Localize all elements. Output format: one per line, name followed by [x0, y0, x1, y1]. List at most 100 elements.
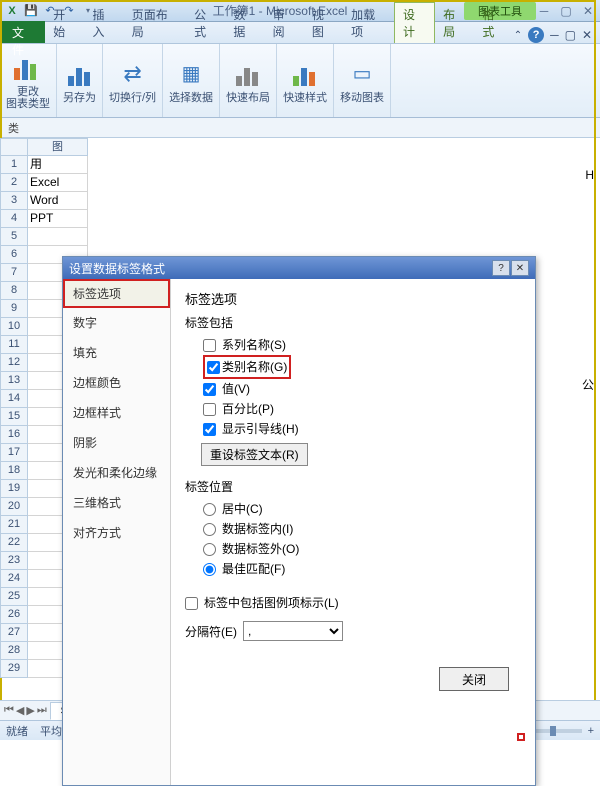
ribbon-tabs: 文件 开始 插入 页面布局 公式 数据 审阅 视图 加载项 设计 布局 格式 ⌃… [0, 22, 600, 44]
position-bestfit-radio[interactable] [203, 563, 216, 576]
tab-insert[interactable]: 插入 [84, 3, 123, 43]
position-inside-radio[interactable] [203, 523, 216, 536]
col-header[interactable]: 图 [28, 138, 88, 156]
close-icon[interactable]: ✕ [580, 4, 596, 18]
row-header[interactable]: 13 [0, 372, 28, 390]
tab-nav-last-icon[interactable]: ⏭ [37, 704, 47, 717]
category-glow[interactable]: 发光和柔化边缘 [63, 458, 170, 488]
tab-nav-next-icon[interactable]: ▶ [26, 704, 34, 717]
quick-style-button[interactable]: 快速样式 [277, 44, 334, 117]
row-header[interactable]: 23 [0, 552, 28, 570]
row-header[interactable]: 6 [0, 246, 28, 264]
row-header[interactable]: 4 [0, 210, 28, 228]
tab-formulas[interactable]: 公式 [186, 3, 225, 43]
category-name-checkbox[interactable] [207, 361, 220, 374]
category-fill[interactable]: 填充 [63, 338, 170, 368]
row-header[interactable]: 15 [0, 408, 28, 426]
category-border-color[interactable]: 边框颜色 [63, 368, 170, 398]
row-header[interactable]: 9 [0, 300, 28, 318]
tab-nav-first-icon[interactable]: ⏮ [4, 704, 14, 717]
leader-checkbox[interactable] [203, 423, 216, 436]
col-header-h: H [585, 168, 594, 182]
ribbon-minimize-icon[interactable]: ⌃ [514, 30, 522, 41]
row-header[interactable]: 12 [0, 354, 28, 372]
category-label-options[interactable]: 标签选项 [63, 279, 170, 308]
cell[interactable]: Excel [28, 174, 88, 192]
row-header[interactable]: 16 [0, 426, 28, 444]
category-border-style[interactable]: 边框样式 [63, 398, 170, 428]
cell[interactable] [28, 228, 88, 246]
cell[interactable]: 用 [28, 156, 88, 174]
row-header[interactable]: 25 [0, 588, 28, 606]
file-tab[interactable]: 文件 [2, 21, 45, 43]
change-chart-type-button[interactable]: 更改 图表类型 [0, 44, 57, 117]
category-align[interactable]: 对齐方式 [63, 518, 170, 548]
doc-close-icon[interactable]: ✕ [582, 28, 592, 42]
row-header[interactable]: 28 [0, 642, 28, 660]
row-header[interactable]: 2 [0, 174, 28, 192]
save-as-template-button[interactable]: 另存为 [57, 44, 103, 117]
tab-home[interactable]: 开始 [45, 3, 84, 43]
row-header[interactable]: 21 [0, 516, 28, 534]
category-shadow[interactable]: 阴影 [63, 428, 170, 458]
row-header[interactable]: 24 [0, 570, 28, 588]
value-checkbox[interactable] [203, 383, 216, 396]
switch-row-col-button[interactable]: ⇄ 切换行/列 [103, 44, 163, 117]
reset-label-text-button[interactable]: 重设标签文本(R) [201, 443, 308, 466]
excel-icon: X [4, 3, 20, 19]
row-header[interactable]: 29 [0, 660, 28, 678]
tab-review[interactable]: 审阅 [265, 3, 304, 43]
save-icon[interactable]: 💾 [23, 3, 39, 19]
row-header[interactable]: 19 [0, 480, 28, 498]
dialog-close-icon[interactable]: ✕ [511, 260, 529, 276]
percent-label: 百分比(P) [222, 399, 274, 419]
position-center-radio[interactable] [203, 503, 216, 516]
close-button[interactable]: 关闭 [439, 667, 509, 691]
legend-key-checkbox[interactable] [185, 597, 198, 610]
position-outside-radio[interactable] [203, 543, 216, 556]
percent-checkbox[interactable] [203, 403, 216, 416]
quick-layout-button[interactable]: 快速布局 [220, 44, 277, 117]
series-name-checkbox[interactable] [203, 339, 216, 352]
doc-restore-icon[interactable]: ▢ [565, 28, 576, 42]
move-chart-button[interactable]: ▭ 移动图表 [334, 44, 391, 117]
cell[interactable]: Word [28, 192, 88, 210]
tab-nav-prev-icon[interactable]: ◀ [16, 704, 24, 717]
dialog-help-icon[interactable]: ? [492, 260, 510, 276]
row-header[interactable]: 8 [0, 282, 28, 300]
quick-style-label: 快速样式 [283, 92, 327, 104]
select-data-button[interactable]: ▦ 选择数据 [163, 44, 220, 117]
row-header[interactable]: 1 [0, 156, 28, 174]
row-header[interactable]: 18 [0, 462, 28, 480]
row-header[interactable]: 26 [0, 606, 28, 624]
tab-view[interactable]: 视图 [304, 3, 343, 43]
row-header[interactable]: 10 [0, 318, 28, 336]
cell[interactable]: PPT [28, 210, 88, 228]
category-number[interactable]: 数字 [63, 308, 170, 338]
tab-design[interactable]: 设计 [394, 2, 435, 43]
tab-addins[interactable]: 加载项 [343, 3, 394, 43]
row-header[interactable]: 27 [0, 624, 28, 642]
label-contains-heading: 标签包括 [185, 314, 521, 331]
tab-format[interactable]: 格式 [474, 3, 513, 43]
tab-pagelayout[interactable]: 页面布局 [124, 3, 186, 43]
row-header[interactable]: 14 [0, 390, 28, 408]
doc-minimize-icon[interactable]: ─ [550, 28, 559, 42]
dialog-titlebar[interactable]: 设置数据标签格式 ? ✕ [63, 257, 535, 279]
row-header[interactable]: 3 [0, 192, 28, 210]
row-header[interactable]: 22 [0, 534, 28, 552]
restore-icon[interactable]: ▢ [558, 4, 574, 18]
zoom-in-icon[interactable]: + [588, 725, 594, 737]
row-header[interactable]: 17 [0, 444, 28, 462]
row-header[interactable]: 7 [0, 264, 28, 282]
row-header[interactable]: 20 [0, 498, 28, 516]
row-header[interactable]: 11 [0, 336, 28, 354]
tab-layout[interactable]: 布局 [435, 3, 474, 43]
help-icon[interactable]: ? [528, 27, 544, 43]
row-header[interactable]: 5 [0, 228, 28, 246]
separator-select[interactable]: , [243, 621, 343, 641]
category-3d[interactable]: 三维格式 [63, 488, 170, 518]
minimize-icon[interactable]: ─ [536, 4, 552, 18]
select-all-corner[interactable] [0, 138, 28, 156]
tab-data[interactable]: 数据 [225, 3, 264, 43]
